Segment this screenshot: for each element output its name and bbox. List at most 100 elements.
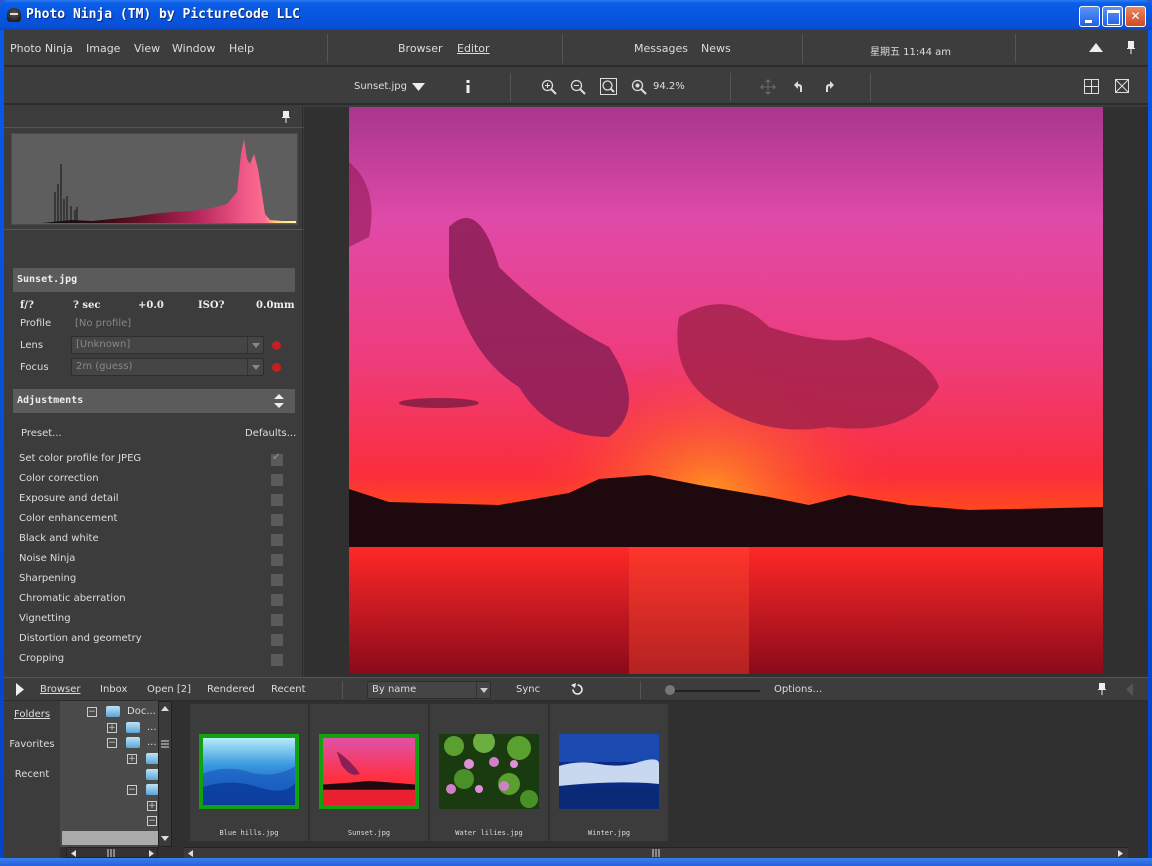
adjustments-header[interactable]: Adjustments [13,389,295,413]
tab-browser[interactable]: Browser [40,684,81,695]
single-view-icon[interactable] [1115,79,1129,93]
scroll-right-icon[interactable] [149,850,154,857]
move-icon[interactable] [760,79,776,95]
expand-icon[interactable]: + [127,754,137,764]
scroll-left-icon[interactable] [71,850,76,857]
tree-item-label[interactable]: ... [147,737,157,748]
adjustment-checkbox[interactable] [271,554,283,566]
adjustment-checkbox[interactable] [271,474,283,486]
image-viewer[interactable] [304,107,1148,677]
tree-horizontal-scrollbar[interactable] [66,847,158,858]
thumbnail-blue-hills[interactable]: Blue hills.jpg [190,704,308,841]
preset-button[interactable]: Preset... [21,428,62,439]
zoom-in-icon[interactable] [541,79,557,95]
adjustment-checkbox[interactable] [271,574,283,586]
thumbnails-horizontal-scrollbar[interactable] [184,847,1128,858]
file-section-header[interactable]: Sunset.jpg [13,268,295,292]
adjustment-item-label[interactable]: Black and white [19,533,99,544]
collapse-left-icon[interactable] [1126,683,1133,696]
adjustment-item-label[interactable]: Cropping [19,653,64,664]
adjustment-item-label[interactable]: Distortion and geometry [19,633,142,644]
scroll-left-icon[interactable] [188,850,193,857]
menu-view[interactable]: View [134,42,160,55]
undo-icon[interactable] [794,80,804,93]
scroll-up-icon[interactable] [161,706,169,711]
dropdown-icon[interactable] [412,83,425,91]
tree-vertical-scrollbar[interactable] [158,701,172,847]
close-button[interactable]: ✕ [1125,6,1146,27]
grid-layout-icon[interactable] [1084,79,1099,94]
collapse-icon[interactable]: − [147,816,157,826]
adjustment-checkbox[interactable] [271,654,283,666]
expand-icon[interactable]: + [107,723,117,733]
nav-folders[interactable]: Folders [4,709,60,720]
adjustment-item-label[interactable]: Noise Ninja [19,553,75,564]
adjustment-item-label[interactable]: Color enhancement [19,513,117,524]
adjustment-item-label[interactable]: Chromatic aberration [19,593,126,604]
collapse-up-icon[interactable] [1089,43,1103,52]
tree-item-label[interactable]: ... [147,722,157,733]
expand-panel-icon[interactable] [16,683,24,696]
zoom-out-icon[interactable] [570,79,586,95]
mode-editor[interactable]: Editor [457,42,490,55]
nav-favorites[interactable]: Favorites [4,739,60,750]
adjustment-checkbox[interactable] [271,614,283,626]
menu-image[interactable]: Image [86,42,120,55]
zoom-fit-icon[interactable] [600,78,617,95]
folder-tree[interactable]: − Doc... + ... − ... + − + − [60,701,160,847]
adjustment-checkbox[interactable] [271,594,283,606]
mode-browser[interactable]: Browser [398,42,443,55]
messages-link[interactable]: Messages [634,42,688,55]
thumbnail-sunset[interactable]: Sunset.jpg [310,704,428,841]
tree-item-label[interactable]: Doc... [127,706,156,717]
zoom-actual-icon[interactable] [631,79,647,95]
options-button[interactable]: Options... [774,684,822,695]
adjustment-checkbox[interactable] [271,514,283,526]
info-icon[interactable] [466,80,470,93]
adjustment-item-label[interactable]: Exposure and detail [19,493,119,504]
defaults-button[interactable]: Defaults... [245,428,296,439]
adjustment-item-label[interactable]: Color correction [19,473,99,484]
collapse-icon[interactable]: − [107,738,117,748]
scroll-grip-icon[interactable] [652,849,660,857]
maximize-button[interactable] [1102,6,1123,27]
scroll-grip-icon[interactable] [107,849,115,857]
menu-help[interactable]: Help [229,42,254,55]
file-selector[interactable]: Sunset.jpg [354,81,407,92]
adjustment-checkbox[interactable] [271,534,283,546]
adjustment-checkbox[interactable] [271,494,283,506]
pin-icon[interactable] [282,111,290,123]
tab-recent[interactable]: Recent [271,684,306,695]
pin-icon[interactable] [1127,41,1135,54]
collapse-icon[interactable]: − [87,707,97,717]
lens-select[interactable]: [Unknown] [71,336,264,354]
adjustment-item-label[interactable]: Sharpening [19,573,76,584]
adjustment-item-label[interactable]: Set color profile for JPEG [19,453,141,464]
thumbnail-water-lilies[interactable]: Water lilies.jpg [430,704,548,841]
sort-select[interactable]: By name [367,681,491,699]
collapse-icon[interactable]: − [127,785,137,795]
tab-inbox[interactable]: Inbox [100,684,127,695]
sort-updown-icon[interactable] [274,394,284,408]
tab-open[interactable]: Open [2] [147,684,191,695]
scroll-grip-icon[interactable] [160,740,170,748]
nav-recent[interactable]: Recent [4,769,60,780]
news-link[interactable]: News [701,42,731,55]
pin-icon[interactable] [1098,683,1106,695]
sunset-photo[interactable] [349,107,1103,674]
redo-icon[interactable] [824,80,834,93]
sync-button[interactable]: Sync [516,684,540,695]
scroll-right-icon[interactable] [1118,850,1123,857]
title-bar[interactable]: Photo Ninja (TM) by PictureCode LLC ✕ [0,0,1152,30]
focus-select[interactable]: 2m (guess) [71,358,264,376]
expand-icon[interactable]: + [147,801,157,811]
thumbnail-winter[interactable]: Winter.jpg [550,704,668,841]
refresh-icon[interactable] [571,683,584,696]
adjustment-checkbox[interactable] [271,634,283,646]
adjustment-item-label[interactable]: Vignetting [19,613,71,624]
menu-photo-ninja[interactable]: Photo Ninja [10,42,73,55]
scroll-down-icon[interactable] [161,836,169,841]
adjustment-checkbox[interactable] [271,452,283,466]
tab-rendered[interactable]: Rendered [207,684,255,695]
minimize-button[interactable] [1079,6,1100,27]
